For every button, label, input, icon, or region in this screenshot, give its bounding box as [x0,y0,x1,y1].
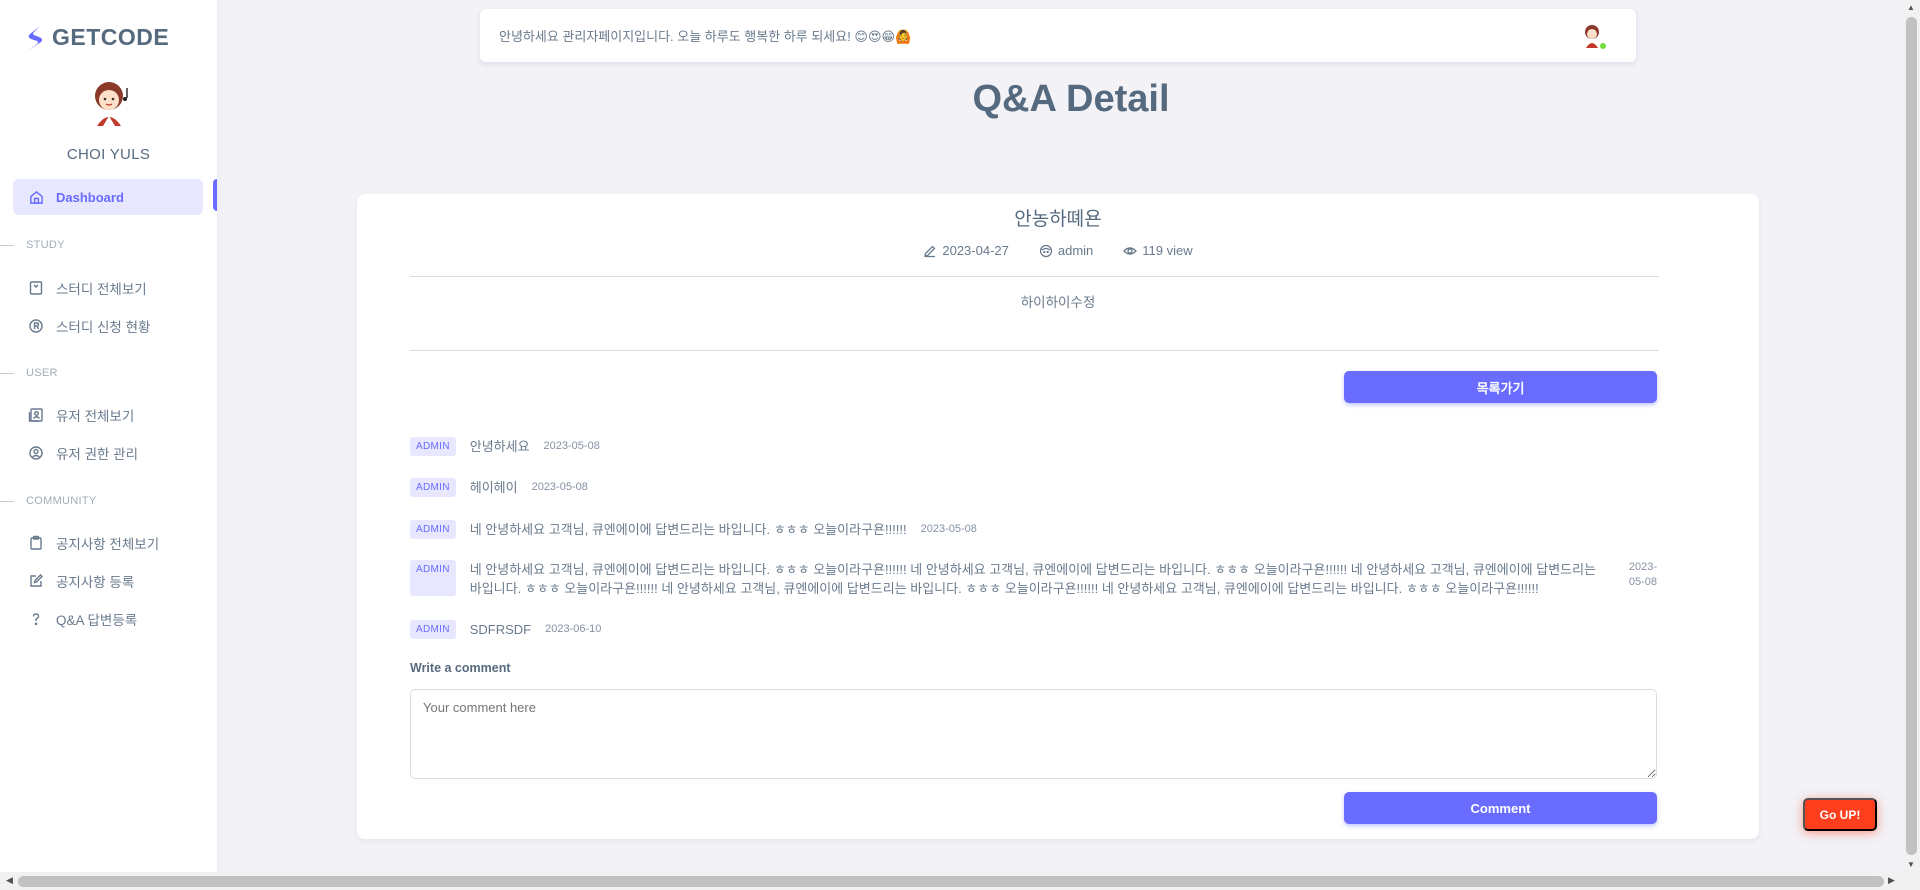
scroll-right-arrow-icon[interactable]: ▶ [1888,875,1895,886]
horizontal-scrollbar[interactable]: ◀ ▶ [0,872,1920,890]
comment-text: 네 안녕하세요 고객님, 큐엔에이에 답변드리는 바입니다. ㅎㅎㅎ 오늘이라구… [469,522,907,537]
comment-item: ADMIN 네 안녕하세요 고객님, 큐엔에이에 답변드리는 바입니다. ㅎㅎㅎ… [410,560,1657,598]
comment-item: ADMIN 헤이헤이 2023-05-08 [410,478,1657,497]
qna-detail-card: 안농하뗴욘 2023-04-27 admin 119 view 하이하이수정 목… [357,194,1759,839]
write-comment-label: Write a comment [410,661,511,675]
clipboard-icon [30,535,42,550]
post-meta: 2023-04-27 admin 119 view [357,243,1759,258]
user-face-icon [1039,244,1053,257]
comment-item: ADMIN SDFRSDF 2023-06-10 [410,620,1657,639]
scroll-left-arrow-icon[interactable]: ◀ [6,875,13,886]
role-badge: ADMIN [410,620,456,639]
comment-date: 2023-05-08 [920,523,977,535]
user-avatar[interactable] [1580,23,1607,50]
section-header-community: COMMUNITY [0,495,97,507]
section-header-user: USER [0,367,58,379]
comment-input[interactable] [410,689,1657,779]
section-label: USER [26,367,58,379]
profile-name: CHOI YULS [66,146,151,163]
divider [410,350,1659,351]
brand-logo[interactable]: GETCODE [26,24,169,51]
active-indicator [213,179,217,211]
submit-comment-button[interactable]: Comment [1344,792,1657,824]
home-icon [30,190,43,204]
brand-name: GETCODE [52,24,170,50]
scroll-up-arrow-icon[interactable]: ▲ [1907,3,1915,12]
post-author: admin [1039,243,1093,258]
divider [410,276,1659,277]
logo-icon [28,25,43,50]
scrollbar-thumb[interactable] [18,876,1884,887]
sidebar-item-user-all[interactable]: 유저 전체보기 [28,405,134,425]
page-title: Q&A Detail [972,78,1170,120]
role-badge: ADMIN [410,520,456,539]
divider [0,244,14,246]
sidebar-item-label: 공지사항 전체보기 [56,537,160,552]
sidebar-item-label: Dashboard [56,189,124,205]
comment-text: 안녕하세요 [469,439,530,454]
section-header-study: STUDY [0,239,65,251]
post-date: 2023-04-27 [923,243,1009,258]
sidebar-item-study-all[interactable]: 스터디 전체보기 [28,278,147,298]
comment-text: SDFRSDF [469,622,532,637]
scroll-down-arrow-icon[interactable]: ▼ [1907,860,1915,869]
section-label: STUDY [26,239,65,251]
comment-text: 헤이헤이 [469,480,518,495]
comment-date: 2023-06-10 [545,623,602,635]
sidebar-item-label: 공지사항 등록 [56,575,135,590]
sidebar-item-label: Q&A 답변등록 [56,613,138,628]
comment-item: ADMIN 안녕하세요 2023-05-08 [410,437,1657,456]
comment-text: 네 안녕하세요 고객님, 큐엔에이에 답변드리는 바입니다. ㅎㅎㅎ 오늘이라구… [469,562,1597,596]
role-badge: ADMIN [410,478,456,497]
bookmark-icon [29,281,43,295]
sidebar-item-study-applications[interactable]: 스터디 신청 현황 [28,316,150,336]
post-title: 안농하뗴욘 [1014,209,1102,230]
sidebar-item-dashboard[interactable]: Dashboard [13,179,203,215]
go-up-button[interactable]: Go UP! [1803,798,1877,831]
eye-icon [1123,246,1138,255]
role-badge: ADMIN [410,560,456,596]
section-label: COMMUNITY [26,495,97,507]
online-status-dot [1599,42,1607,50]
sidebar-item-qna-answer[interactable]: Q&A 답변등록 [28,609,137,629]
divider [0,372,14,374]
sidebar-item-label: 유저 권한 관리 [56,447,139,462]
edit-icon [30,574,43,587]
post-date-text: 2023-04-27 [942,243,1009,258]
sidebar-item-notice-create[interactable]: 공지사항 등록 [28,571,134,591]
post-views: 119 view [1123,243,1193,258]
post-views-text: 119 view [1142,243,1193,258]
scrollbar-thumb[interactable] [1906,17,1917,855]
sidebar-item-label: 스터디 신청 현황 [56,320,151,335]
sidebar: GETCODE CHOI YULS Dashboard STUDY 스터디 전체… [0,0,217,872]
contacts-icon [28,408,43,422]
post-content: 하이하이수정 [1020,295,1096,310]
role-badge: ADMIN [410,437,456,456]
comment-item: ADMIN 네 안녕하세요 고객님, 큐엔에이에 답변드리는 바입니다. ㅎㅎㅎ… [410,520,1657,539]
divider [0,500,14,502]
sidebar-item-notice-all[interactable]: 공지사항 전체보기 [28,533,159,553]
post-author-text: admin [1057,243,1094,258]
back-to-list-button[interactable]: 목록가기 [1344,371,1657,403]
sidebar-item-user-permissions[interactable]: 유저 권한 관리 [28,443,138,463]
sidebar-item-label: 스터디 전체보기 [56,282,147,297]
pencil-icon [924,245,936,257]
question-icon [32,613,40,626]
comment-date: 2023-05-08 [531,481,588,493]
welcome-message: 안녕하세요 관리자페이지입니다. 오늘 하루도 행복한 하루 되세요! 😊😍😁🙆 [499,29,912,44]
top-navbar: 안녕하세요 관리자페이지입니다. 오늘 하루도 행복한 하루 되세요! 😊😍😁🙆 [480,9,1636,62]
vertical-scrollbar[interactable]: ▲ ▼ [1903,0,1920,872]
comment-date: 2023-05-08 [1628,561,1657,588]
comment-date: 2023-05-08 [543,440,600,452]
user-circle-icon [29,446,43,460]
sidebar-item-label: 유저 전체보기 [56,409,135,424]
registered-icon [29,319,43,333]
